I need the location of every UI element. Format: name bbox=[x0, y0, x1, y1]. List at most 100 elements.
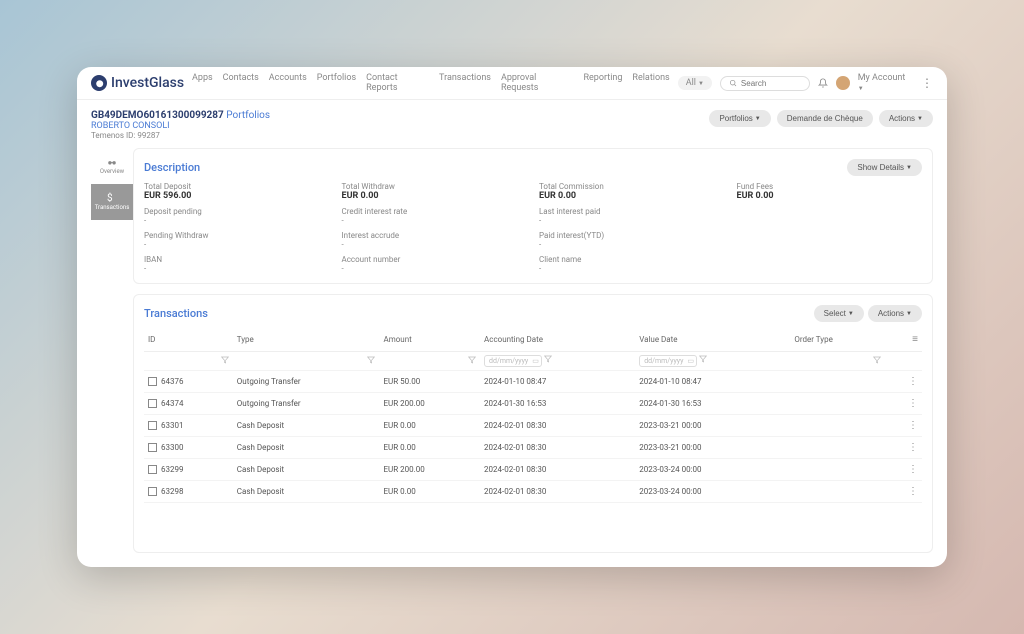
description-card: Description Show Details ▼ Total Deposit… bbox=[133, 148, 933, 284]
row-id: 63298 bbox=[161, 487, 183, 496]
avatar[interactable] bbox=[836, 76, 850, 90]
row-order-type bbox=[790, 393, 885, 415]
description-grid: Total Deposit EUR 596.00 Deposit pending… bbox=[144, 182, 922, 273]
row-id: 63301 bbox=[161, 421, 183, 430]
col-amount[interactable]: Amount bbox=[379, 328, 480, 352]
table-row[interactable]: 63299 Cash Deposit EUR 200.00 2024-02-01… bbox=[144, 459, 922, 481]
select-button[interactable]: Select ▼ bbox=[814, 305, 864, 322]
row-menu-icon[interactable]: ⋮ bbox=[908, 398, 918, 409]
my-account-dropdown[interactable]: My Account ▼ bbox=[858, 73, 913, 93]
col-id[interactable]: ID bbox=[144, 328, 233, 352]
row-checkbox[interactable] bbox=[148, 487, 157, 496]
filter-icon[interactable] bbox=[873, 356, 881, 364]
transactions-table: ID Type Amount Accounting Date Value Dat… bbox=[144, 328, 922, 503]
filter-icon[interactable] bbox=[221, 356, 229, 364]
row-order-type bbox=[790, 437, 885, 459]
row-order-type bbox=[790, 371, 885, 393]
row-value-date: 2023-03-24 00:00 bbox=[635, 459, 790, 481]
search-input[interactable] bbox=[741, 79, 801, 88]
row-menu-icon[interactable]: ⋮ bbox=[908, 442, 918, 453]
columns-icon[interactable]: ≡ bbox=[912, 334, 918, 345]
row-amount: EUR 0.00 bbox=[379, 481, 480, 503]
logo-icon bbox=[91, 75, 107, 91]
breadcrumb: GB49DEMO60161300099287 Portfolios ROBERT… bbox=[91, 110, 270, 140]
all-dropdown[interactable]: All ▼ bbox=[678, 76, 712, 90]
value-date-filter[interactable]: dd/mm/yyyy ▭ bbox=[639, 355, 697, 367]
row-order-type bbox=[790, 415, 885, 437]
table-row[interactable]: 64374 Outgoing Transfer EUR 200.00 2024-… bbox=[144, 393, 922, 415]
row-type: Cash Deposit bbox=[233, 481, 380, 503]
logo[interactable]: InvestGlass bbox=[91, 75, 184, 91]
nav-contacts[interactable]: Contacts bbox=[223, 73, 259, 93]
nav-transactions[interactable]: Transactions bbox=[439, 73, 491, 93]
nav-accounts[interactable]: Accounts bbox=[269, 73, 307, 93]
filter-icon[interactable] bbox=[367, 356, 375, 364]
owner-name: ROBERTO CONSOLI bbox=[91, 121, 270, 131]
row-checkbox[interactable] bbox=[148, 421, 157, 430]
nav-portfolios[interactable]: Portfolios bbox=[317, 73, 356, 93]
show-details-button[interactable]: Show Details ▼ bbox=[847, 159, 922, 176]
row-amount: EUR 50.00 bbox=[379, 371, 480, 393]
row-amount: EUR 200.00 bbox=[379, 459, 480, 481]
accounting-date-filter[interactable]: dd/mm/yyyy ▭ bbox=[484, 355, 542, 367]
nav-contact-reports[interactable]: Contact Reports bbox=[366, 73, 429, 93]
sidebar-item-overview[interactable]: Overview bbox=[91, 148, 133, 184]
row-accounting-date: 2024-02-01 08:30 bbox=[480, 437, 635, 459]
filter-icon[interactable] bbox=[544, 355, 552, 363]
header-actions: Portfolios ▼ Demande de Chèque Actions ▼ bbox=[709, 110, 933, 127]
portfolio-id: GB49DEMO60161300099287 bbox=[91, 110, 224, 121]
row-menu-icon[interactable]: ⋮ bbox=[908, 486, 918, 497]
nav-reporting[interactable]: Reporting bbox=[583, 73, 622, 93]
row-amount: EUR 0.00 bbox=[379, 415, 480, 437]
row-id: 63299 bbox=[161, 465, 183, 474]
dollar-icon: $ bbox=[107, 193, 117, 203]
sidebar-item-transactions[interactable]: $ Transactions bbox=[91, 184, 133, 220]
filter-icon[interactable] bbox=[699, 355, 707, 363]
table-row[interactable]: 63298 Cash Deposit EUR 0.00 2024-02-01 0… bbox=[144, 481, 922, 503]
brand-name: InvestGlass bbox=[111, 75, 184, 91]
row-type: Cash Deposit bbox=[233, 459, 380, 481]
nav-apps[interactable]: Apps bbox=[192, 73, 213, 93]
row-type: Cash Deposit bbox=[233, 437, 380, 459]
table-row[interactable]: 63300 Cash Deposit EUR 0.00 2024-02-01 0… bbox=[144, 437, 922, 459]
main: Overview $ Transactions Description Show… bbox=[77, 148, 947, 567]
calendar-icon: ▭ bbox=[687, 357, 694, 365]
row-menu-icon[interactable]: ⋮ bbox=[908, 376, 918, 387]
sidebar: Overview $ Transactions bbox=[91, 148, 133, 553]
table-row[interactable]: 63301 Cash Deposit EUR 0.00 2024-02-01 0… bbox=[144, 415, 922, 437]
col-order-type[interactable]: Order Type bbox=[790, 328, 885, 352]
row-value-date: 2023-03-21 00:00 bbox=[635, 415, 790, 437]
bell-icon[interactable] bbox=[818, 78, 828, 88]
col-accounting-date[interactable]: Accounting Date bbox=[480, 328, 635, 352]
row-accounting-date: 2024-02-01 08:30 bbox=[480, 459, 635, 481]
col-value-date[interactable]: Value Date bbox=[635, 328, 790, 352]
row-value-date: 2024-01-30 16:53 bbox=[635, 393, 790, 415]
app-window: InvestGlass Apps Contacts Accounts Portf… bbox=[77, 67, 947, 567]
content: Description Show Details ▼ Total Deposit… bbox=[133, 148, 933, 553]
row-menu-icon[interactable]: ⋮ bbox=[908, 420, 918, 431]
actions-button[interactable]: Actions ▼ bbox=[879, 110, 933, 127]
nav-approval-requests[interactable]: Approval Requests bbox=[501, 73, 574, 93]
row-checkbox[interactable] bbox=[148, 443, 157, 452]
col-type[interactable]: Type bbox=[233, 328, 380, 352]
row-checkbox[interactable] bbox=[148, 377, 157, 386]
table-row[interactable]: 64376 Outgoing Transfer EUR 50.00 2024-0… bbox=[144, 371, 922, 393]
row-checkbox[interactable] bbox=[148, 399, 157, 408]
row-accounting-date: 2024-02-01 08:30 bbox=[480, 415, 635, 437]
row-accounting-date: 2024-01-30 16:53 bbox=[480, 393, 635, 415]
row-checkbox[interactable] bbox=[148, 465, 157, 474]
portfolios-link[interactable]: Portfolios bbox=[226, 110, 270, 121]
row-type: Cash Deposit bbox=[233, 415, 380, 437]
search-box[interactable] bbox=[720, 76, 810, 91]
filter-icon[interactable] bbox=[468, 356, 476, 364]
row-value-date: 2023-03-21 00:00 bbox=[635, 437, 790, 459]
nav-relations[interactable]: Relations bbox=[632, 73, 669, 93]
more-menu[interactable]: ⋮ bbox=[921, 76, 933, 90]
row-menu-icon[interactable]: ⋮ bbox=[908, 464, 918, 475]
transactions-actions-button[interactable]: Actions ▼ bbox=[868, 305, 922, 322]
portfolios-button[interactable]: Portfolios ▼ bbox=[709, 110, 770, 127]
cheque-button[interactable]: Demande de Chèque bbox=[777, 110, 873, 127]
row-accounting-date: 2024-02-01 08:30 bbox=[480, 481, 635, 503]
row-value-date: 2024-01-10 08:47 bbox=[635, 371, 790, 393]
temenos-id: Temenos ID: 99287 bbox=[91, 131, 270, 140]
